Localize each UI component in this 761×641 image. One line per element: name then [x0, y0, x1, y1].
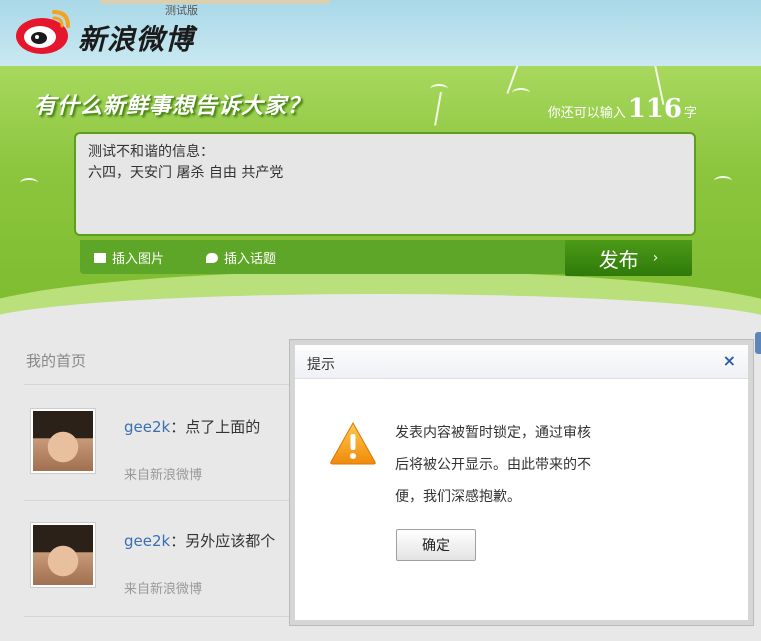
insert-topic-button[interactable]: 插入话题	[206, 248, 276, 267]
image-icon	[94, 252, 106, 263]
feed-item-text: gee2k：点了上面的	[124, 416, 260, 437]
dialog-message-line: 便，我们深感抱歉。	[395, 489, 521, 505]
header: 新浪微博 测试版	[0, 0, 761, 66]
counter-value: 116	[627, 94, 682, 124]
feed-item-source[interactable]: 来自新浪微博	[124, 464, 202, 483]
logo-text[interactable]: 新浪微博	[78, 18, 194, 58]
feed-item-user[interactable]: gee2k	[124, 418, 170, 436]
feed-item-sep: ：	[170, 532, 186, 550]
chevron-right-icon: ›	[652, 250, 659, 266]
feed-item-content: 另外应该都个	[185, 532, 276, 550]
divider	[24, 616, 294, 617]
top-bar	[100, 0, 330, 4]
feed-item-sep: ：	[170, 418, 186, 436]
insert-topic-label: 插入话题	[224, 252, 277, 267]
dialog-message-line: 发表内容被暂时锁定，通过审核	[395, 425, 591, 441]
feed-item-text: gee2k：另外应该都个	[124, 530, 275, 551]
feed-item: gee2k：另外应该都个 来自新浪微博	[24, 522, 304, 622]
dandelion-icon	[714, 176, 732, 186]
warning-icon	[330, 421, 376, 465]
publisher-area: 有什么新鲜事想告诉大家？ 你还可以输入116 字 测试不和谐的信息： 六四，天安门…	[0, 66, 761, 320]
dandelion-icon	[434, 91, 442, 126]
feed-item: gee2k：点了上面的 来自新浪微博	[24, 408, 304, 508]
counter-suffix: 字	[683, 106, 697, 121]
confirm-button[interactable]: 确定	[396, 529, 476, 561]
post-text-line: 六四，天安门 屠杀 自由 共产党	[88, 165, 284, 181]
side-tab[interactable]	[755, 332, 761, 354]
post-text-line: 测试不和谐的信息：	[88, 144, 214, 160]
topic-icon	[206, 252, 218, 263]
alert-dialog: 提示 × 发表内容被暂时锁定，通过审核 后将被公开显示。由此带来的不 便，我们深…	[290, 340, 753, 625]
avatar[interactable]	[30, 522, 96, 588]
divider	[24, 500, 294, 501]
insert-image-button[interactable]: 插入图片	[94, 248, 164, 267]
publisher-slogan: 有什么新鲜事想告诉大家？	[34, 94, 311, 119]
avatar[interactable]	[30, 408, 96, 474]
feed-item-user[interactable]: gee2k	[124, 532, 170, 550]
dialog-message-line: 后将被公开显示。由此带来的不	[395, 457, 591, 473]
divider	[24, 384, 294, 385]
dandelion-icon	[512, 88, 530, 98]
char-counter: 你还可以输入116 字	[548, 94, 697, 124]
weibo-logo-icon[interactable]	[12, 6, 72, 56]
feed-title: 我的首页	[26, 352, 87, 370]
dandelion-icon	[430, 84, 448, 94]
dialog-header: 提示 ×	[295, 345, 748, 379]
dandelion-icon	[20, 178, 38, 188]
publish-button[interactable]: 发布 ›	[565, 240, 692, 276]
counter-prefix: 你还可以输入	[547, 106, 626, 121]
dialog-message: 发表内容被暂时锁定，通过审核 后将被公开显示。由此带来的不 便，我们深感抱歉。	[395, 417, 657, 513]
dialog-title: 提示	[307, 357, 335, 373]
feed-item-content: 点了上面的	[185, 418, 261, 436]
publish-label: 发布	[598, 247, 639, 272]
feed-item-source[interactable]: 来自新浪微博	[124, 578, 202, 597]
post-textarea[interactable]: 测试不和谐的信息： 六四，天安门 屠杀 自由 共产党	[74, 132, 696, 236]
beta-label: 测试版	[165, 4, 198, 17]
insert-image-label: 插入图片	[112, 252, 165, 267]
close-icon[interactable]: ×	[723, 351, 736, 370]
